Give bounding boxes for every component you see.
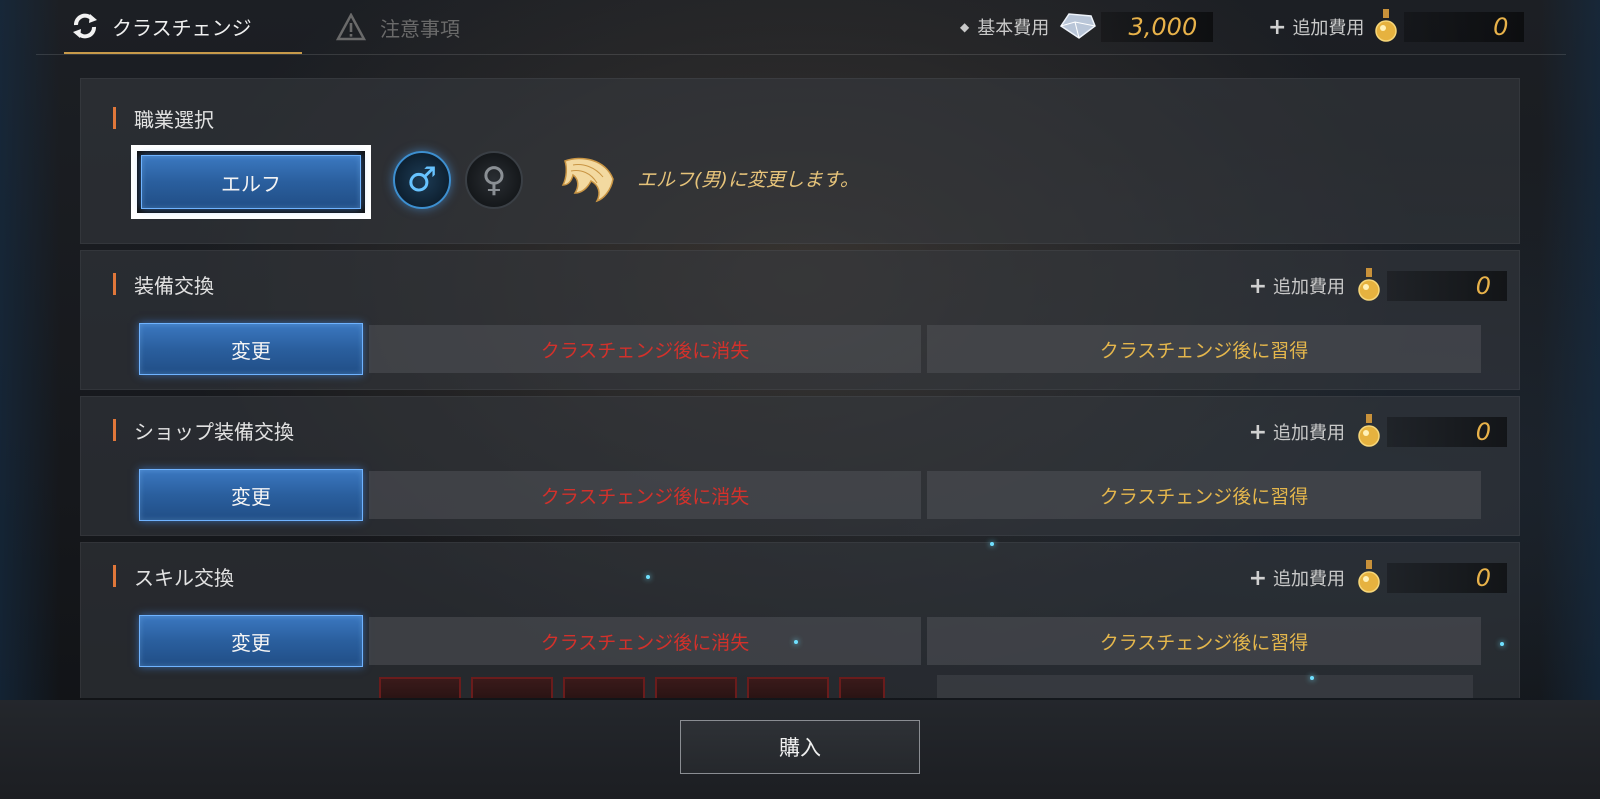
shop-equipment-change-button[interactable]: 変更 (139, 469, 363, 521)
sparkle (990, 542, 994, 546)
section-title: 職業選択 (113, 103, 214, 133)
female-icon[interactable]: ♀ (465, 151, 523, 209)
skill-title: スキル交換 (134, 565, 234, 590)
sparkle (1310, 676, 1314, 680)
equipment-gain-strip: クラスチェンジ後に習得 (927, 325, 1481, 373)
shop-equipment-lose-strip: クラスチェンジ後に消失 (369, 471, 921, 519)
extra-cost-value: 0 (1387, 563, 1507, 593)
potion-icon (1355, 558, 1383, 599)
extra-cost-label: 追加費用 (1273, 277, 1345, 298)
extra-cost-label: 追加費用 (1273, 569, 1345, 590)
skill-icon[interactable] (839, 677, 885, 698)
extra-cost-value: 0 (1387, 271, 1507, 301)
title-accent-bar (113, 107, 116, 129)
potion-icon (1372, 7, 1400, 48)
male-icon[interactable]: ♂ (393, 151, 451, 209)
title-accent-bar (113, 419, 116, 441)
extra-cost-label: 追加費用 (1273, 423, 1345, 444)
class-select-title: 職業選択 (134, 107, 214, 132)
background-vignette-right (1540, 0, 1600, 700)
skill-change-button[interactable]: 変更 (139, 615, 363, 667)
background-vignette-left (0, 0, 60, 700)
plus-icon: + (1248, 419, 1267, 445)
shop-equipment-section: ショップ装備交換 + 追加費用 0 変更 クラスチェンジ後に消失 クラスチェンジ… (80, 396, 1520, 536)
skill-icon[interactable] (655, 677, 737, 698)
class-select-section: 職業選択 エルフ ♂ ♀ エルフ(男)に変更します。 (80, 78, 1520, 244)
skill-lose-strip: クラスチェンジ後に消失 (369, 617, 921, 665)
class-elf-button[interactable]: エルフ (141, 155, 361, 209)
skill-section: スキル交換 + 追加費用 0 変更 クラスチェンジ後に消失 クラスチェンジ後に習… (80, 542, 1520, 698)
sparkle (1500, 642, 1504, 646)
shop-equipment-title: ショップ装備交換 (134, 419, 294, 444)
refresh-icon (70, 11, 100, 41)
section-title: 装備交換 (113, 269, 214, 299)
sparkle (794, 640, 798, 644)
diamond-icon (1057, 10, 1097, 45)
skill-icon[interactable] (563, 677, 645, 698)
extra-cost-value: 0 (1387, 417, 1507, 447)
section-title: スキル交換 (113, 561, 234, 591)
footer: 購入 (0, 700, 1600, 799)
sparkle (646, 575, 650, 579)
equipment-change-button[interactable]: 変更 (139, 323, 363, 375)
tab-class-change-label: クラスチェンジ (112, 15, 252, 40)
plus-icon: + (1268, 14, 1287, 40)
extra-cost-label: 追加費用 (1292, 18, 1365, 39)
skill-icon[interactable] (747, 677, 829, 698)
equipment-lose-strip: クラスチェンジ後に消失 (369, 325, 921, 373)
skill-icon-row (379, 677, 885, 698)
title-accent-bar (113, 565, 116, 587)
shop-equipment-extra-cost: + 追加費用 0 (1248, 413, 1507, 447)
plus-icon: + (1248, 273, 1267, 299)
top-tab-bar: クラスチェンジ 注意事項 ◆ 基本費用 3,000 + 追加費用 0 (36, 0, 1566, 55)
equipment-title: 装備交換 (134, 273, 214, 298)
wing-icon (561, 157, 614, 203)
base-cost: ◆ 基本費用 3,000 (960, 10, 1214, 45)
shop-equipment-gain-strip: クラスチェンジ後に習得 (927, 471, 1481, 519)
class-select-frame: エルフ (131, 145, 371, 219)
equipment-section: 装備交換 + 追加費用 0 変更 クラスチェンジ後に消失 クラスチェンジ後に習得 (80, 250, 1520, 390)
extra-cost-total: + 追加費用 0 (1268, 8, 1525, 42)
skill-gain-area (937, 675, 1473, 698)
skill-gain-strip: クラスチェンジ後に習得 (927, 617, 1481, 665)
warning-icon (336, 12, 366, 42)
title-accent-bar (113, 273, 116, 295)
equipment-extra-cost: + 追加費用 0 (1248, 267, 1507, 301)
tab-class-change[interactable]: クラスチェンジ (64, 0, 302, 54)
base-cost-label: 基本費用 (977, 18, 1050, 39)
skill-extra-cost: + 追加費用 0 (1248, 559, 1507, 593)
tab-notes[interactable]: 注意事項 (300, 0, 460, 54)
bullet-icon: ◆ (960, 20, 970, 34)
base-cost-value: 3,000 (1101, 12, 1214, 42)
extra-cost-value: 0 (1404, 12, 1525, 42)
plus-icon: + (1248, 565, 1267, 591)
potion-icon (1355, 412, 1383, 453)
potion-icon (1355, 266, 1383, 307)
skill-icon[interactable] (471, 677, 553, 698)
class-change-message: エルフ(男)に変更します。 (637, 169, 859, 191)
main-panel: 職業選択 エルフ ♂ ♀ エルフ(男)に変更します。 装備交換 + 追加費用 0… (80, 78, 1520, 698)
buy-button[interactable]: 購入 (680, 720, 920, 774)
section-title: ショップ装備交換 (113, 415, 294, 445)
skill-icon[interactable] (379, 677, 461, 698)
tab-notes-label: 注意事項 (380, 16, 460, 41)
